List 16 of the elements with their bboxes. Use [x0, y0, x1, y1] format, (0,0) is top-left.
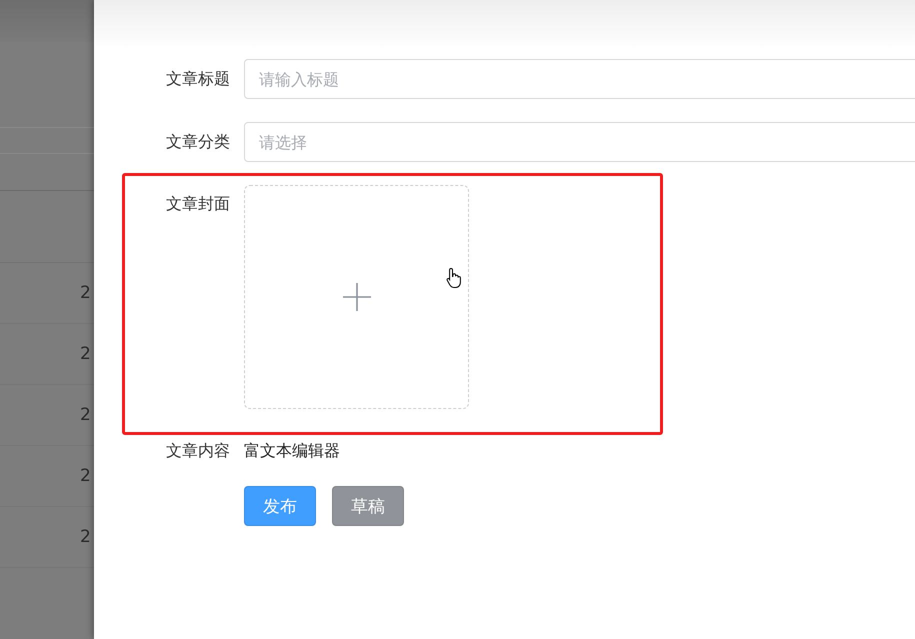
table-cell: 2	[80, 344, 91, 364]
publish-button[interactable]: 发布	[244, 486, 316, 526]
plus-icon	[342, 282, 372, 312]
draft-button[interactable]: 草稿	[332, 486, 404, 526]
table-cell: 2	[80, 405, 91, 425]
table-cell: 2	[80, 283, 91, 303]
select-field[interactable]: 请选择	[244, 122, 915, 162]
table-cell: 2	[80, 466, 91, 486]
form-label: 文章内容	[165, 441, 231, 462]
form-label: 文章封面	[165, 194, 231, 215]
form-label: 文章标题	[165, 68, 231, 90]
input-field[interactable]: 请输入标题	[244, 59, 915, 99]
content-text: 富文本编辑器	[244, 441, 340, 462]
hand-cursor-icon	[446, 267, 462, 289]
form-label: 文章分类	[165, 132, 231, 152]
table-cell: 2	[80, 527, 91, 547]
